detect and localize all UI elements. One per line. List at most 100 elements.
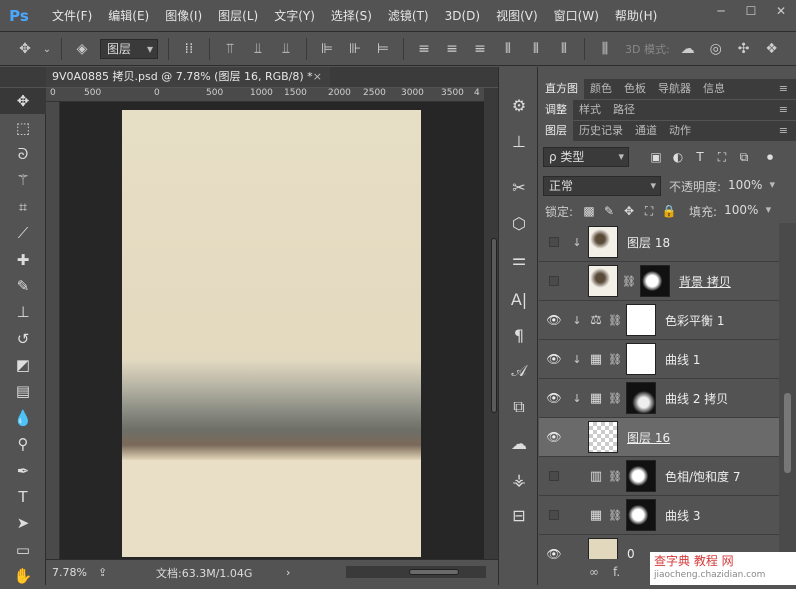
lasso-tool-icon[interactable]: ᘐ <box>0 141 46 167</box>
opacity-field[interactable]: 100% <box>723 176 779 196</box>
layer-name[interactable]: 0 <box>627 547 635 559</box>
brush-tool-icon[interactable]: ✎ <box>0 273 46 299</box>
distribute-left-icon[interactable]: ⫴ <box>497 38 519 60</box>
layer-row[interactable]: 👁 图层 16 <box>539 418 779 457</box>
close-tab-icon[interactable]: × <box>313 67 322 87</box>
tab-layers[interactable]: 图层 <box>539 121 573 141</box>
panel-menu-icon[interactable]: ≡ <box>779 121 788 141</box>
distribute-bottom-icon[interactable]: ≡ <box>469 38 491 60</box>
tab-color[interactable]: 颜色 <box>584 79 618 99</box>
layer-row[interactable]: 👁 ↓ ▦ ⛓ 曲线 2 拷贝 <box>539 379 779 418</box>
3d-slide-icon[interactable]: ❖ <box>761 38 783 60</box>
rectangle-tool-icon[interactable]: ▭ <box>0 537 46 563</box>
visibility-toggle[interactable] <box>539 237 569 247</box>
menu-item-2[interactable]: 图像(I) <box>157 0 210 32</box>
move-tool-icon[interactable]: ✥ <box>0 88 46 115</box>
blend-mode-dropdown[interactable]: 正常 <box>543 176 661 196</box>
scrollbar-thumb[interactable] <box>409 569 459 575</box>
tab-navigator[interactable]: 导航器 <box>652 79 697 99</box>
tab-histogram[interactable]: 直方图 <box>539 79 584 99</box>
align-top-icon[interactable]: ⫪ <box>219 38 241 60</box>
stamp-icon[interactable]: ⊥ <box>499 123 539 159</box>
layer-row[interactable]: ↓ 图层 18 <box>539 223 779 262</box>
move-tool-icon[interactable]: ✥ <box>14 38 36 60</box>
layer-thumbnail[interactable] <box>626 499 656 531</box>
filter-pixel-icon[interactable]: ▣ <box>645 150 667 164</box>
gradient-tool-icon[interactable]: ▤ <box>0 378 46 404</box>
layer-thumbnail[interactable] <box>626 460 656 492</box>
3d-icon[interactable]: ⬡ <box>499 205 539 241</box>
chain-link-icon[interactable]: ⛓ <box>607 470 623 483</box>
layers-scrollbar[interactable] <box>779 223 796 559</box>
align-hcenter-icon[interactable]: ⊪ <box>344 38 366 60</box>
layer-name[interactable]: 曲线 2 拷贝 <box>665 390 728 407</box>
align-bottom-icon[interactable]: ⫫ <box>275 38 297 60</box>
tab-adjustments[interactable]: 调整 <box>539 100 573 120</box>
layer-thumbnail[interactable] <box>626 343 656 375</box>
tab-info[interactable]: 信息 <box>697 79 731 99</box>
eye-icon[interactable]: 👁 <box>539 547 569 559</box>
menu-item-5[interactable]: 选择(S) <box>323 0 380 32</box>
blur-tool-icon[interactable]: 💧 <box>0 405 46 431</box>
path-selection-tool-icon[interactable]: ➤ <box>0 510 46 536</box>
chain-link-icon[interactable]: ⛓ <box>607 509 623 522</box>
menu-item-4[interactable]: 文字(Y) <box>266 0 323 32</box>
align-vcenter-icon[interactable]: ⫫ <box>247 38 269 60</box>
transform-controls-icon[interactable]: ⁞⁞ <box>178 38 200 60</box>
document-canvas[interactable] <box>122 110 421 557</box>
layer-thumbnail[interactable] <box>626 304 656 336</box>
type-tool-icon[interactable]: T <box>0 484 46 510</box>
crop-tool-icon[interactable]: ⌗ <box>0 194 46 220</box>
layer-thumbnail[interactable] <box>588 226 618 258</box>
distribute-vcenter-icon[interactable]: ≡ <box>441 38 463 60</box>
chain-link-icon[interactable]: ⛓ <box>607 392 623 405</box>
distribute-right-icon[interactable]: ⫴ <box>553 38 575 60</box>
layer-name[interactable]: 色相/饱和度 7 <box>665 468 741 485</box>
layer-thumbnail[interactable] <box>626 382 656 414</box>
lock-artboard-icon[interactable]: ⛶ <box>639 204 659 219</box>
eyedropper-tool-icon[interactable]: ⟋ <box>0 220 46 246</box>
layer-row[interactable]: 👁 ↓ ⚖ ⛓ 色彩平衡 1 <box>539 301 779 340</box>
restore-button[interactable]: ☐ <box>736 0 766 22</box>
layer-thumbnail[interactable] <box>588 538 618 559</box>
align-left-icon[interactable]: ⊫ <box>316 38 338 60</box>
visibility-toggle[interactable] <box>539 471 569 481</box>
pen-tool-icon[interactable]: ✒ <box>0 457 46 483</box>
paragraph-icon[interactable]: ¶ <box>499 317 539 353</box>
timeline-icon[interactable]: ⧉ <box>499 389 539 425</box>
menu-item-10[interactable]: 帮助(H) <box>607 0 665 32</box>
chevron-down-icon[interactable]: ⌄ <box>42 38 52 60</box>
eraser-tool-icon[interactable]: ◩ <box>0 352 46 378</box>
panel-menu-icon[interactable]: ≡ <box>779 79 788 99</box>
marquee-tool-icon[interactable]: ⬚ <box>0 114 46 140</box>
scrollbar-thumb[interactable] <box>491 238 497 413</box>
doc-size-info[interactable]: 文档:63.3M/1.04G <box>156 565 286 581</box>
tools-icon[interactable]: ✂ <box>499 169 539 205</box>
align-right-icon[interactable]: ⊨ <box>372 38 394 60</box>
scrollbar-thumb[interactable] <box>784 393 791 473</box>
add-layer-style-icon[interactable]: f. <box>613 565 620 579</box>
menu-item-3[interactable]: 图层(L) <box>210 0 266 32</box>
link-layers-icon[interactable]: ∞ <box>589 565 599 579</box>
lock-image-icon[interactable]: ✎ <box>599 204 619 218</box>
tab-swatches[interactable]: 色板 <box>618 79 652 99</box>
creative-cloud-icon[interactable]: ☁ <box>499 425 539 461</box>
layer-name[interactable]: 色彩平衡 1 <box>665 312 724 329</box>
canvas-horizontal-scrollbar[interactable] <box>346 566 486 578</box>
menu-item-9[interactable]: 窗口(W) <box>546 0 607 32</box>
lock-transparent-icon[interactable]: ▩ <box>579 204 599 218</box>
filter-type-icon[interactable]: T <box>689 150 711 164</box>
magic-wand-tool-icon[interactable]: ⚚ <box>0 167 46 193</box>
distribute-top-icon[interactable]: ≡ <box>413 38 435 60</box>
auto-align-icon[interactable]: ⫼ <box>594 38 616 60</box>
eye-icon[interactable]: 👁 <box>539 391 569 405</box>
panel-menu-icon[interactable]: ≡ <box>779 100 788 120</box>
zoom-level[interactable]: 7.78% <box>52 566 94 579</box>
layer-filter-kind-dropdown[interactable]: ρ 类型 <box>543 147 629 167</box>
character-icon[interactable]: A| <box>499 281 539 317</box>
visibility-toggle[interactable] <box>539 276 569 286</box>
lock-all-icon[interactable]: 🔒 <box>659 204 679 218</box>
distribute-hcenter-icon[interactable]: ⫴ <box>525 38 547 60</box>
layer-name[interactable]: 曲线 3 <box>665 507 700 524</box>
menu-item-1[interactable]: 编辑(E) <box>100 0 157 32</box>
